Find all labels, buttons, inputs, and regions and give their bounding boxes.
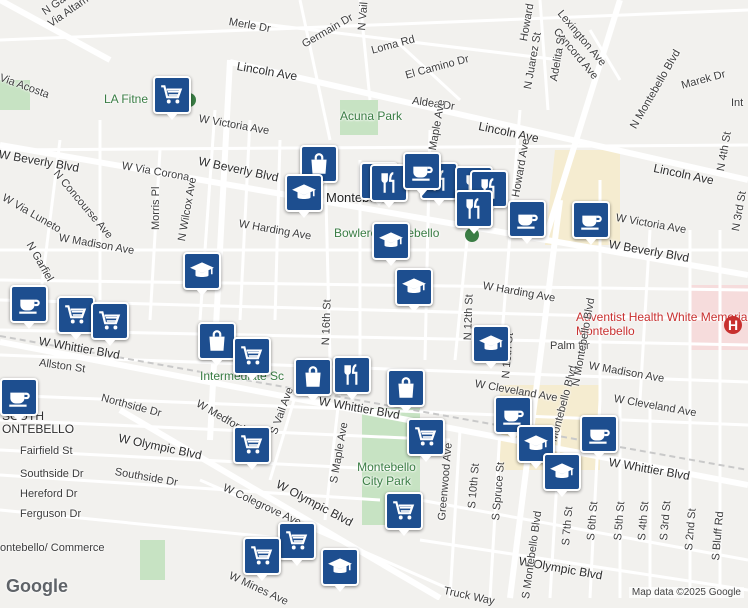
shopping-bag-icon <box>393 375 419 401</box>
hospital-label: Adventist Health White Memorial Montebel… <box>576 310 748 338</box>
cafe-icon <box>578 207 604 233</box>
map-attribution[interactable]: Map data ©2025 Google <box>628 587 744 598</box>
cafe-pin[interactable] <box>580 415 618 459</box>
int-label: Int <box>731 97 744 109</box>
cart-icon <box>239 343 265 369</box>
restaurant-pin[interactable] <box>455 190 493 234</box>
cart-icon <box>413 424 439 450</box>
school-icon <box>478 331 504 357</box>
cart-pin[interactable] <box>91 302 129 346</box>
city-park-label: Montebello City Park <box>357 460 416 488</box>
cart-pin[interactable] <box>385 492 423 536</box>
cart-icon <box>249 543 275 569</box>
cafe-icon <box>6 384 32 410</box>
shopping-bag-pin[interactable] <box>294 358 332 402</box>
cafe-icon <box>514 206 540 232</box>
google-logo: Google <box>6 576 68 596</box>
shopping-bag-pin[interactable] <box>198 322 236 366</box>
montebello-left-label: ONTEBELLO <box>2 422 75 436</box>
hospital-icon: H <box>724 316 742 334</box>
hereford-dr-label: Hereford Dr <box>20 488 78 500</box>
shopping-bag-icon <box>204 328 230 354</box>
restaurant-pin[interactable] <box>333 356 371 400</box>
cafe-icon <box>586 421 612 447</box>
morris-pl-label: Morris Pl <box>150 186 162 230</box>
school-icon <box>378 228 404 254</box>
la-fitness-label: LA Fitne <box>104 92 149 106</box>
school-pin[interactable] <box>183 252 221 296</box>
school-icon <box>189 258 215 284</box>
school-pin[interactable] <box>395 268 433 312</box>
school-pin[interactable] <box>543 453 581 497</box>
school-pin[interactable] <box>472 325 510 369</box>
cafe-pin[interactable] <box>508 200 546 244</box>
restaurant-icon <box>339 362 365 388</box>
school-icon <box>327 554 353 580</box>
cart-icon <box>239 432 265 458</box>
cart-pin[interactable] <box>57 296 95 340</box>
map-canvas[interactable] <box>0 0 748 600</box>
cart-pin[interactable] <box>153 76 191 120</box>
school-icon <box>291 180 317 206</box>
acuna-park-label: Acuna Park <box>340 109 403 123</box>
commerce-station-label: ontebello/ Commerce <box>0 542 105 554</box>
cafe-icon <box>409 158 435 184</box>
school-pin[interactable] <box>321 548 359 592</box>
cart-icon <box>159 82 185 108</box>
n-16th-st-label: N 16th St <box>320 299 334 346</box>
cart-icon <box>284 528 310 554</box>
cart-pin[interactable] <box>278 522 316 566</box>
restaurant-icon <box>376 170 402 196</box>
cart-icon <box>391 498 417 524</box>
park-area-south <box>140 540 165 580</box>
southside-left-label: Southside Dr <box>20 468 84 480</box>
cafe-pin[interactable] <box>572 201 610 245</box>
cart-icon <box>63 302 89 328</box>
fairfield-st-label: Fairfield St <box>20 445 73 457</box>
shopping-bag-pin[interactable] <box>387 369 425 413</box>
cart-pin[interactable] <box>233 426 271 470</box>
cart-pin[interactable] <box>233 337 271 381</box>
cafe-icon <box>16 291 42 317</box>
cart-pin[interactable] <box>243 537 281 581</box>
cafe-pin[interactable] <box>403 152 441 196</box>
ferguson-dr-label: Ferguson Dr <box>20 508 82 520</box>
school-icon <box>401 274 427 300</box>
school-pin[interactable] <box>372 222 410 266</box>
cafe-pin[interactable] <box>0 378 38 422</box>
cart-icon <box>97 308 123 334</box>
cart-pin[interactable] <box>407 418 445 462</box>
cafe-pin[interactable] <box>10 285 48 329</box>
school-pin[interactable] <box>285 174 323 218</box>
school-icon <box>549 459 575 485</box>
restaurant-icon <box>461 196 487 222</box>
shopping-bag-icon <box>300 364 326 390</box>
